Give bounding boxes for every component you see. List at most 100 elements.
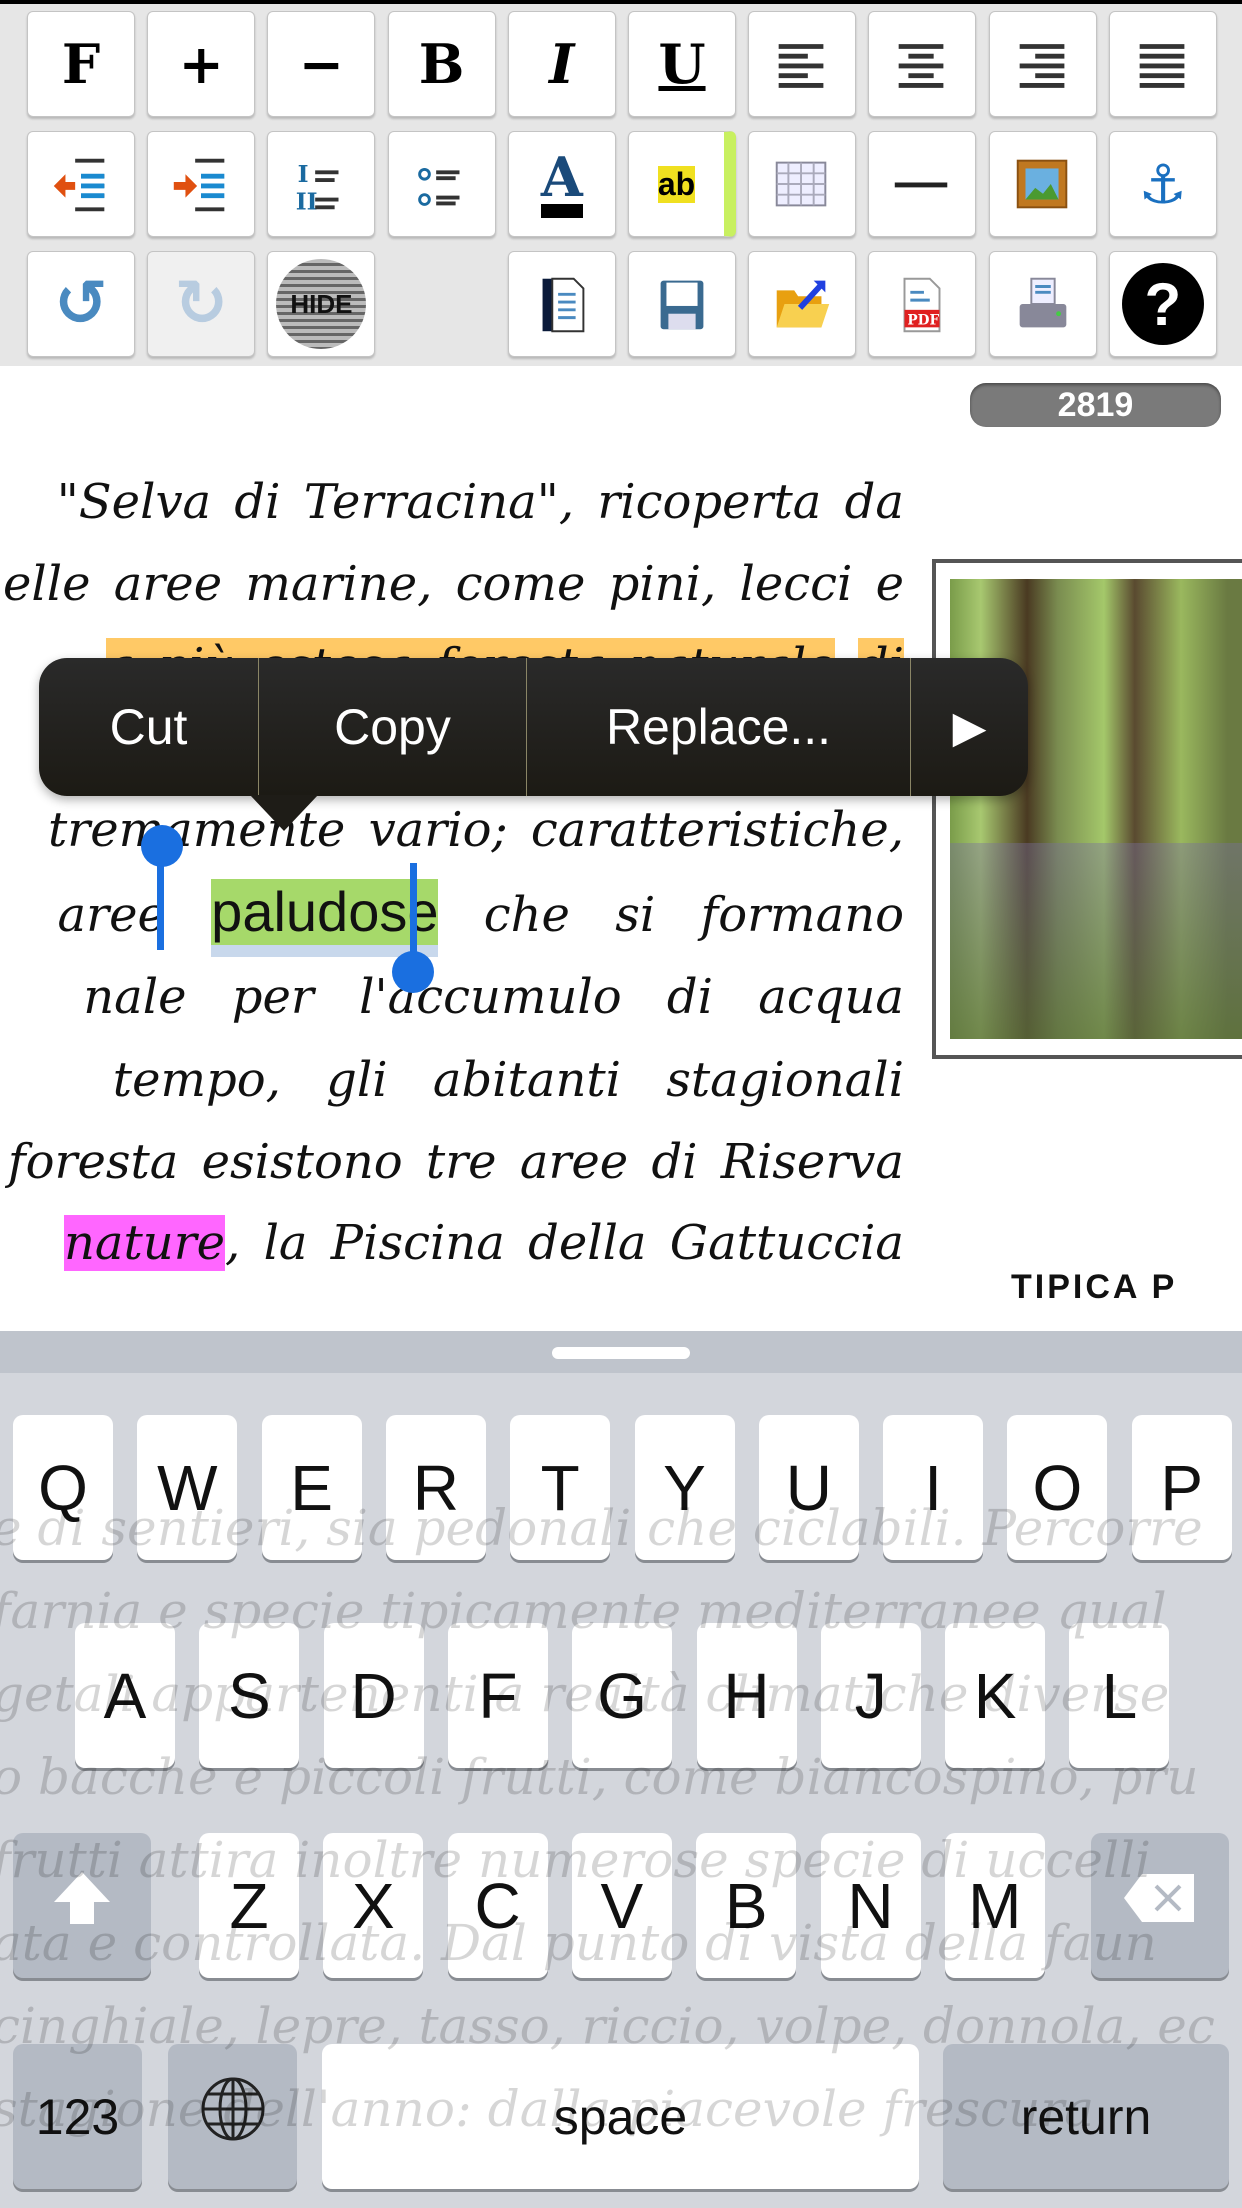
document-editor[interactable]: nature, la Piscina della Gattuccia forest… bbox=[0, 440, 1242, 1331]
open-folder-button[interactable] bbox=[748, 251, 857, 357]
forest-photo[interactable] bbox=[932, 559, 1242, 1059]
key-z[interactable]: Z bbox=[199, 1833, 299, 1978]
key-f[interactable]: F bbox=[447, 1623, 548, 1768]
key-u[interactable]: U bbox=[758, 1415, 859, 1560]
outdent-button[interactable] bbox=[27, 131, 135, 237]
key-i[interactable]: I bbox=[883, 1415, 984, 1560]
pdf-icon: PDF bbox=[887, 269, 957, 339]
text-line[interactable]: elle aree marine, come pini, lecci e bbox=[0, 544, 904, 624]
key-t[interactable]: T bbox=[510, 1415, 611, 1560]
align-right-button[interactable] bbox=[988, 11, 1097, 117]
svg-text:I: I bbox=[298, 160, 309, 188]
svg-text:PDF: PDF bbox=[908, 312, 940, 328]
print-icon bbox=[1008, 269, 1078, 339]
text-line[interactable]: "Selva di Terracina", ricoperta da bbox=[0, 462, 904, 542]
selection-start-knob[interactable] bbox=[141, 825, 183, 867]
align-center-button[interactable] bbox=[868, 11, 977, 117]
undo-button[interactable]: ↺ bbox=[27, 251, 135, 357]
text-line[interactable]: tremamente vario; caratteristiche, bbox=[0, 790, 904, 870]
key-n[interactable]: N bbox=[820, 1833, 921, 1978]
key-d[interactable]: D bbox=[323, 1623, 424, 1768]
selection-end-knob[interactable] bbox=[392, 951, 434, 993]
table-button[interactable] bbox=[748, 131, 857, 237]
print-button[interactable] bbox=[988, 251, 1097, 357]
redo-button[interactable]: ↻ bbox=[147, 251, 256, 357]
key-b[interactable]: B bbox=[696, 1833, 797, 1978]
text-line[interactable]: nale per l'accumulo di acqua bbox=[0, 957, 904, 1037]
anchor-button[interactable]: ⚓ bbox=[1108, 131, 1217, 237]
highlighted-text: nature bbox=[63, 1215, 226, 1271]
align-left-button[interactable] bbox=[748, 11, 857, 117]
increase-font-button[interactable]: + bbox=[147, 11, 256, 117]
help-icon: ? bbox=[1121, 263, 1204, 345]
numbers-key[interactable]: 123 bbox=[13, 2044, 142, 2189]
decrease-font-button[interactable]: − bbox=[267, 11, 376, 117]
keyboard: e di sentieri, sia pedonali che ciclabil… bbox=[0, 1331, 1242, 2208]
text-segment: che si formano bbox=[438, 887, 904, 943]
keyboard-top-bar bbox=[0, 1331, 1242, 1373]
key-r[interactable]: R bbox=[385, 1415, 486, 1560]
image-button[interactable] bbox=[988, 131, 1097, 237]
highlight-color-button[interactable]: ab bbox=[628, 131, 736, 237]
font-button[interactable]: F bbox=[27, 11, 135, 117]
key-c[interactable]: C bbox=[447, 1833, 548, 1978]
document-button[interactable] bbox=[507, 251, 616, 357]
return-key[interactable]: return bbox=[943, 2044, 1229, 2189]
italic-button[interactable]: I bbox=[507, 11, 616, 117]
key-m[interactable]: M bbox=[944, 1833, 1045, 1978]
underline-button[interactable]: U bbox=[628, 11, 736, 117]
more-arrow-icon[interactable]: ▶ bbox=[911, 658, 1028, 796]
outdent-icon bbox=[46, 149, 116, 219]
text-line[interactable]: foresta esistono tre aree di Riserva bbox=[0, 1122, 904, 1202]
key-g[interactable]: G bbox=[572, 1623, 673, 1768]
selected-word[interactable]: paludose bbox=[211, 879, 439, 957]
align-left-icon bbox=[767, 29, 837, 99]
shift-key[interactable] bbox=[13, 1833, 151, 1978]
help-button[interactable]: ? bbox=[1108, 251, 1217, 357]
key-k[interactable]: K bbox=[945, 1623, 1046, 1768]
key-x[interactable]: X bbox=[323, 1833, 424, 1978]
italic-icon: I bbox=[549, 32, 575, 96]
bullet-list-button[interactable] bbox=[387, 131, 496, 237]
key-o[interactable]: O bbox=[1007, 1415, 1108, 1560]
text-segment: nale per l'accumulo di acqua bbox=[83, 969, 904, 1025]
anchor-icon: ⚓ bbox=[1138, 152, 1187, 216]
replace-button[interactable]: Replace... bbox=[527, 658, 911, 796]
font-icon: F bbox=[61, 32, 101, 96]
delete-key[interactable] bbox=[1091, 1833, 1229, 1978]
key-j[interactable]: J bbox=[820, 1623, 921, 1768]
copy-button[interactable]: Copy bbox=[259, 658, 527, 796]
hide-icon: HIDE bbox=[276, 259, 367, 349]
key-w[interactable]: W bbox=[137, 1415, 238, 1560]
svg-text:II: II bbox=[296, 187, 318, 215]
image-icon bbox=[1008, 149, 1078, 219]
save-button[interactable] bbox=[628, 251, 736, 357]
table-icon bbox=[767, 149, 837, 219]
key-a[interactable]: A bbox=[75, 1623, 175, 1768]
indent-button[interactable] bbox=[147, 131, 256, 237]
keyboard-grabber[interactable] bbox=[552, 1347, 690, 1359]
key-q[interactable]: Q bbox=[13, 1415, 113, 1560]
key-p[interactable]: P bbox=[1131, 1415, 1232, 1560]
text-line[interactable]: nature, la Piscina della Gattuccia bbox=[0, 1203, 904, 1283]
key-l[interactable]: L bbox=[1069, 1623, 1170, 1768]
align-justify-button[interactable] bbox=[1108, 11, 1217, 117]
text-line[interactable]: aree paludose che si formano bbox=[0, 875, 904, 957]
bold-button[interactable]: B bbox=[387, 11, 496, 117]
text-color-button[interactable]: A bbox=[507, 131, 616, 237]
text-segment: elle aree marine, come pini, lecci e bbox=[2, 556, 904, 612]
text-line[interactable]: tempo, gli abitanti stagionali bbox=[0, 1040, 904, 1120]
key-y[interactable]: Y bbox=[634, 1415, 735, 1560]
key-e[interactable]: E bbox=[261, 1415, 362, 1560]
horizontal-rule-button[interactable] bbox=[868, 131, 977, 237]
space-key[interactable]: space bbox=[322, 2044, 919, 2189]
numbered-list-button[interactable]: I II bbox=[267, 131, 376, 237]
hide-button[interactable]: HIDE bbox=[267, 251, 376, 357]
photo-caption: TIPICA P bbox=[1011, 1268, 1178, 1306]
key-v[interactable]: V bbox=[571, 1833, 672, 1978]
key-h[interactable]: H bbox=[696, 1623, 797, 1768]
pdf-button[interactable]: PDF bbox=[868, 251, 977, 357]
globe-key[interactable] bbox=[168, 2044, 297, 2189]
cut-button[interactable]: Cut bbox=[39, 658, 259, 796]
key-s[interactable]: S bbox=[199, 1623, 300, 1768]
